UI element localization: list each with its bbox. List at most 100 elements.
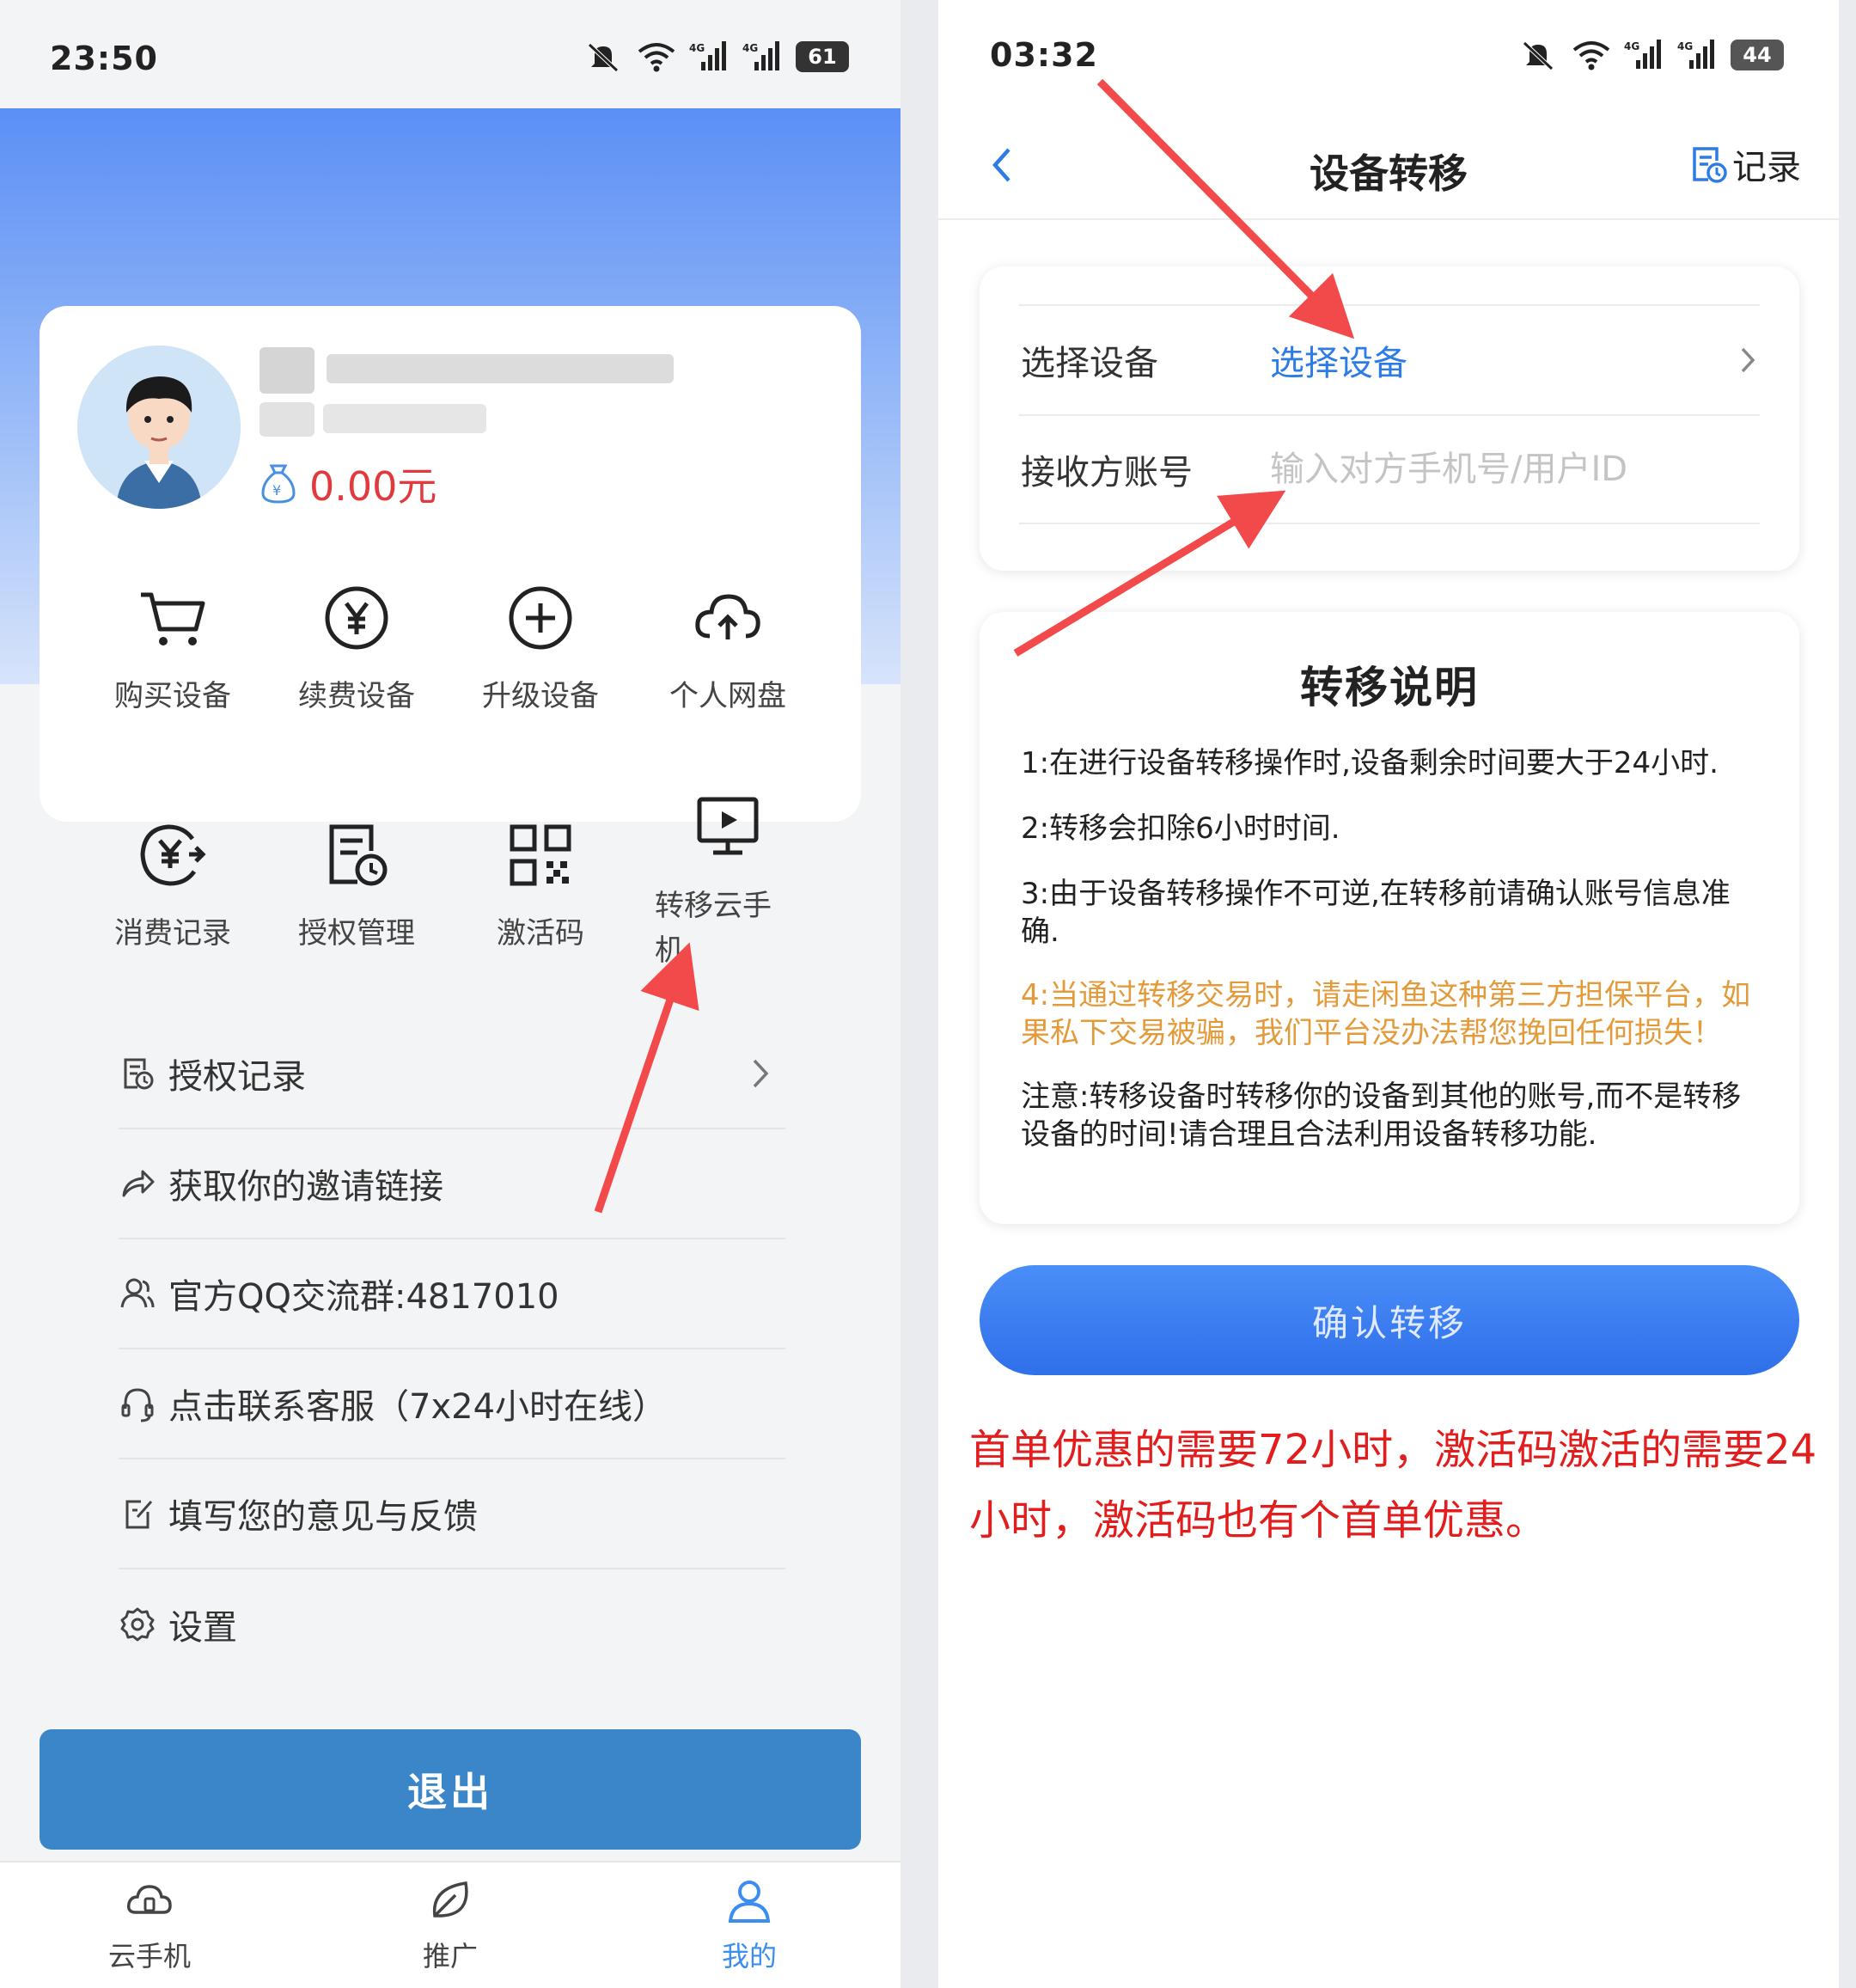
menu-auth-record[interactable]: 授权记录 <box>119 1019 785 1129</box>
grid-auth-management[interactable]: 授权管理 <box>265 817 449 956</box>
right-screenshot-panel: 03:32 4G 4G 44 设备转移 记录 选择设备 选择设备 接收方账号 转… <box>938 0 1839 1988</box>
record-label: 记录 <box>1732 148 1801 187</box>
tab-label: 推广 <box>422 1940 478 1973</box>
profile-card: ¥ 0.00元 <box>40 306 861 822</box>
menu-customer-service[interactable]: 点击联系客服（7x24小时在线） <box>119 1349 785 1459</box>
grid-transfer-cloud-phone[interactable]: 转移云手 机 <box>636 789 820 973</box>
balance: ¥ 0.00元 <box>259 456 437 512</box>
yuan-arrow-icon <box>140 824 206 886</box>
menu-feedback[interactable]: 填写您的意见与反馈 <box>119 1459 785 1569</box>
svg-text:4G: 4G <box>689 42 705 54</box>
receiver-account-label: 接收方账号 <box>1021 453 1193 492</box>
record-button[interactable]: 记录 <box>1689 139 1801 189</box>
bottom-tab-bar: 云手机 推广 我的 <box>0 1861 901 1988</box>
document-clock-icon <box>124 1058 154 1090</box>
grid-renew-device[interactable]: 续费设备 <box>265 579 449 719</box>
grid-cloud-drive[interactable]: 个人网盘 <box>636 579 820 719</box>
menu-qq-group[interactable]: 官方QQ交流群:4817010 <box>119 1239 785 1349</box>
grid-consumption-record[interactable]: 消费记录 <box>81 817 265 956</box>
tab-promotion[interactable]: 推广 <box>373 1875 528 1974</box>
grid-label: 转移云手 机 <box>655 889 772 968</box>
grid-label: 消费记录 <box>114 916 231 951</box>
avatar-image <box>77 346 241 509</box>
svg-text:4G: 4G <box>1677 40 1693 52</box>
balance-amount: 0.00元 <box>309 463 437 510</box>
menu-label: 获取你的邀请链接 <box>168 1167 443 1207</box>
leaf-icon <box>432 1881 468 1918</box>
receiver-account-input[interactable] <box>1270 439 1717 499</box>
signal-4g-icon: 4G <box>689 41 726 70</box>
instruction-item: 3:由于设备转移操作不可逆,在转移前请确认账号信息准确. <box>1021 877 1731 949</box>
username-redacted <box>327 354 674 383</box>
wifi-icon <box>638 43 675 72</box>
signal-4g-icon: 4G <box>1677 40 1714 69</box>
tab-cloud-phone[interactable]: 云手机 <box>72 1875 227 1974</box>
menu-label: 官方QQ交流群:4817010 <box>168 1277 559 1317</box>
tab-label: 云手机 <box>107 1940 191 1973</box>
menu-settings[interactable]: 设置 <box>119 1569 785 1679</box>
instruction-warning: 4:当通过转移交易时，请走闲鱼这种第三方担保平台，如果私下交易被骗，我们平台没办… <box>1021 978 1751 1050</box>
menu-label: 点击联系客服（7x24小时在线） <box>168 1387 668 1427</box>
grid-buy-device[interactable]: 购买设备 <box>81 579 265 719</box>
gear-icon <box>120 1607 155 1642</box>
qr-code-icon <box>510 824 571 886</box>
chevron-right-icon <box>1741 347 1755 373</box>
signal-4g-icon: 4G <box>1624 40 1661 69</box>
cloud-upload-icon <box>695 594 760 639</box>
menu-label: 设置 <box>168 1608 237 1648</box>
status-bar: 23:50 4G 4G 61 <box>0 0 901 108</box>
select-device-row[interactable]: 选择设备 选择设备 <box>1019 304 1760 414</box>
grid-label: 续费设备 <box>298 679 415 713</box>
grid-label: 购买设备 <box>114 679 231 713</box>
monitor-play-icon <box>697 797 759 855</box>
menu-invite-link[interactable]: 获取你的邀请链接 <box>119 1129 785 1239</box>
grid-upgrade-device[interactable]: 升级设备 <box>449 579 632 719</box>
annotation-note: 首单优惠的需要72小时，激活码激活的需要24小时，激活码也有个首单优惠。 <box>969 1426 1817 1545</box>
status-bar: 03:32 4G 4G 44 <box>938 0 1839 108</box>
grid-activation-code[interactable]: 激活码 <box>449 817 632 956</box>
transfer-instructions-card: 转移说明 1:在进行设备转移操作时,设备剩余时间要大于24小时. 2:转移会扣除… <box>980 612 1799 1224</box>
users-icon <box>120 1278 155 1308</box>
transfer-form-card: 选择设备 选择设备 接收方账号 <box>980 266 1799 571</box>
document-clock-icon <box>1693 147 1727 183</box>
battery-icon: 61 <box>796 41 849 72</box>
select-device-value[interactable]: 选择设备 <box>1270 335 1407 385</box>
chevron-right-icon <box>753 1059 769 1088</box>
logout-button[interactable]: 退出 <box>40 1729 861 1850</box>
share-arrow-icon <box>122 1170 155 1197</box>
grid-label: 升级设备 <box>482 679 599 713</box>
username-redacted <box>259 347 314 394</box>
signal-4g-icon: 4G <box>742 41 779 70</box>
shopping-cart-icon <box>141 592 205 645</box>
user-id-redacted <box>259 402 314 437</box>
status-icons: 4G 4G 61 <box>583 40 849 74</box>
svg-text:4G: 4G <box>742 42 758 54</box>
confirm-transfer-button[interactable]: 确认转移 <box>980 1265 1799 1375</box>
instructions-title: 转移说明 <box>1300 663 1479 713</box>
wifi-icon <box>1572 41 1610 70</box>
yuan-circle-icon <box>325 586 388 650</box>
user-icon <box>728 1881 771 1923</box>
money-bag-icon: ¥ <box>261 464 296 504</box>
tab-label: 我的 <box>721 1940 777 1973</box>
status-clock: 03:32 <box>990 36 1098 74</box>
user-id-redacted <box>323 404 486 433</box>
instruction-note: 注意:转移设备时转移你的设备到其他的账号,而不是转移设备的时间!请合理且合法利用… <box>1021 1080 1742 1152</box>
document-clock-icon <box>329 824 388 886</box>
grid-label: 授权管理 <box>298 916 415 951</box>
cloud-phone-icon <box>126 1885 172 1914</box>
menu-label: 授权记录 <box>168 1057 306 1097</box>
mute-bell-icon <box>1523 41 1554 70</box>
select-device-label: 选择设备 <box>1021 344 1158 383</box>
grid-label: 个人网盘 <box>669 679 786 713</box>
svg-text:4G: 4G <box>1624 40 1639 52</box>
instruction-item: 2:转移会扣除6小时时间. <box>1021 811 1340 846</box>
status-icons: 4G 4G 44 <box>1517 38 1784 72</box>
avatar[interactable] <box>77 346 241 509</box>
headset-icon <box>121 1388 154 1422</box>
battery-icon: 44 <box>1731 40 1784 70</box>
tab-mine[interactable]: 我的 <box>672 1875 827 1974</box>
navigation-bar: 设备转移 记录 <box>938 108 1839 220</box>
status-clock: 23:50 <box>50 40 158 77</box>
plus-circle-icon <box>509 586 572 650</box>
